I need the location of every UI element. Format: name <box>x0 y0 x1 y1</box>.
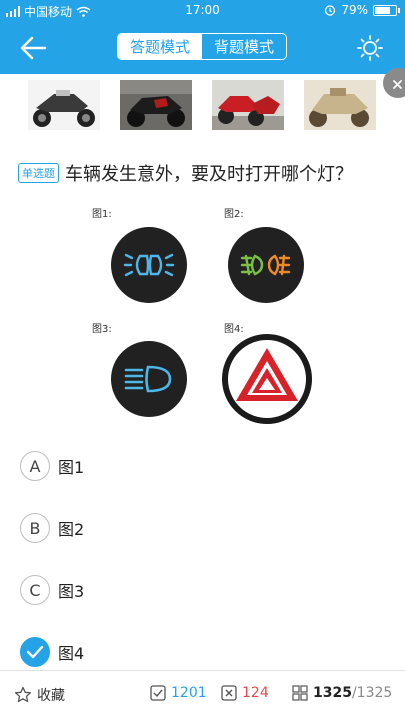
hazard-warning-icon <box>222 334 312 424</box>
battery-percent: 79% <box>341 3 368 17</box>
battery-icon <box>373 4 400 16</box>
back-button[interactable] <box>18 34 48 62</box>
option-c[interactable]: C 图3 <box>20 574 84 606</box>
app-header: 答题模式 背题模式 <box>0 22 405 74</box>
sun-icon <box>357 35 383 61</box>
grid-icon <box>292 685 308 701</box>
figure-label: 图2: <box>224 209 244 220</box>
alarm-icon <box>325 5 336 16</box>
option-letter: B <box>20 513 50 543</box>
motorcycle-thumbnail[interactable] <box>212 80 284 130</box>
option-d[interactable]: 图4 <box>20 636 84 668</box>
fog-lamp-icon <box>228 227 304 303</box>
option-b[interactable]: B 图2 <box>20 512 84 544</box>
star-icon <box>14 686 32 703</box>
motorcycle-thumbnail[interactable] <box>120 80 192 130</box>
side-marker-lamp-icon <box>111 227 187 303</box>
question-grid-button[interactable]: 1325/1325 <box>292 685 392 701</box>
option-text: 图1 <box>58 458 85 477</box>
close-icon <box>393 80 402 89</box>
figure-label: 图4: <box>224 324 244 335</box>
bottom-bar: 收藏 1201 124 1325/1325 <box>0 670 405 720</box>
question-type-tag: 单选题 <box>18 163 59 183</box>
status-right: 79% <box>324 3 400 17</box>
favorite-label: 收藏 <box>37 688 65 704</box>
motorcycle-thumbnail[interactable] <box>304 80 376 130</box>
question: 单选题 车辆发生意外，要及时打开哪个灯？ <box>18 160 398 186</box>
high-beam-icon <box>111 341 187 417</box>
option-letter: C <box>20 575 50 605</box>
option-letter: A <box>20 451 50 481</box>
correct-counter[interactable]: 1201 <box>150 685 207 701</box>
motorcycle-thumbnail[interactable] <box>28 80 100 130</box>
question-text: 车辆发生意外，要及时打开哪个灯？ <box>65 164 353 185</box>
current-question-number: 1325 <box>313 685 352 701</box>
favorite-button[interactable]: 收藏 <box>14 685 65 705</box>
image-strip <box>0 68 405 134</box>
correct-count: 1201 <box>171 685 207 701</box>
mode-toggle: 答题模式 背题模式 <box>117 33 287 60</box>
brightness-button[interactable] <box>357 35 383 61</box>
option-a[interactable]: A 图1 <box>20 450 84 482</box>
status-bar: 中国移动 17:00 79% <box>0 0 405 22</box>
figure-label: 图3: <box>92 324 112 335</box>
check-icon <box>20 637 50 667</box>
wrong-counter[interactable]: 124 <box>221 685 269 701</box>
option-text: 图4 <box>58 644 85 663</box>
option-text: 图2 <box>58 520 85 539</box>
wrong-count: 124 <box>242 685 269 701</box>
checkbox-icon <box>150 685 166 701</box>
close-ad-button[interactable] <box>383 68 405 98</box>
tab-recite-mode[interactable]: 背题模式 <box>202 34 286 59</box>
back-arrow-icon <box>20 36 47 60</box>
total-questions: /1325 <box>351 685 393 701</box>
x-box-icon <box>221 685 237 701</box>
option-text: 图3 <box>58 582 85 601</box>
battery-level <box>375 6 390 14</box>
tab-answer-mode[interactable]: 答题模式 <box>118 34 202 59</box>
figure-label: 图1: <box>92 209 112 220</box>
